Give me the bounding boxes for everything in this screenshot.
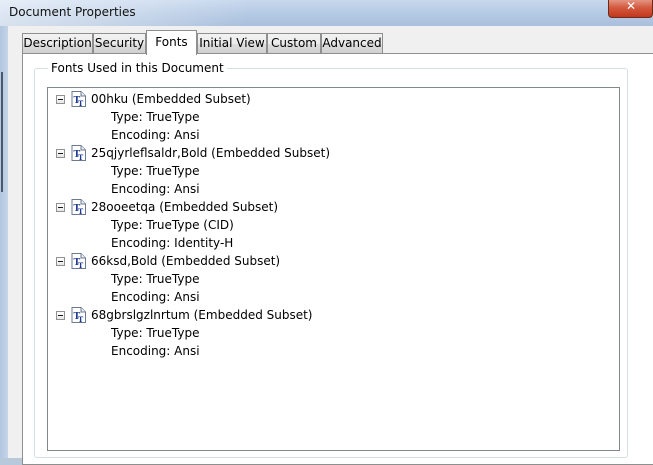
close-icon: ✕ xyxy=(626,0,637,13)
svg-text:T: T xyxy=(78,207,84,215)
collapse-toggle[interactable] xyxy=(56,311,65,320)
font-encoding: Encoding: Ansi xyxy=(111,128,200,142)
tab-custom[interactable]: Custom xyxy=(267,33,321,54)
font-name: 28ooeetqa (Embedded Subset) xyxy=(91,200,279,214)
font-type: Type: TrueType xyxy=(111,326,200,340)
truetype-font-icon: T T xyxy=(71,145,86,161)
font-encoding: Encoding: Ansi xyxy=(111,290,200,304)
collapse-toggle[interactable] xyxy=(56,95,65,104)
font-type: Type: TrueType (CID) xyxy=(111,218,234,232)
fonts-tab-panel: Fonts Used in this Document T T 00hku (E… xyxy=(22,53,653,465)
font-entry: T T 25qjyrleflsaldr,Bold (Embedded Subse… xyxy=(48,145,608,199)
collapse-toggle[interactable] xyxy=(56,203,65,212)
svg-text:T: T xyxy=(78,261,84,269)
font-name: 68gbrslgzlnrtum (Embedded Subset) xyxy=(91,308,313,322)
window-frame-left xyxy=(0,26,8,458)
font-entry: T T 68gbrslgzlnrtum (Embedded Subset) Ty… xyxy=(48,307,608,361)
truetype-font-icon: T T xyxy=(71,253,86,269)
tab-initial-view[interactable]: Initial View xyxy=(197,33,267,54)
title-bar[interactable]: Document Properties ✕ xyxy=(0,0,653,26)
fonts-tree[interactable]: T T 00hku (Embedded Subset) Type: TrueTy… xyxy=(47,87,620,451)
collapse-toggle[interactable] xyxy=(56,257,65,266)
font-type: Type: TrueType xyxy=(111,110,200,124)
tab-security[interactable]: Security xyxy=(93,33,146,54)
svg-text:T: T xyxy=(78,315,84,323)
close-button[interactable]: ✕ xyxy=(608,0,653,18)
svg-text:T: T xyxy=(78,99,84,107)
window-frame-edge xyxy=(1,72,3,192)
font-encoding: Encoding: Identity-H xyxy=(111,236,234,250)
font-type: Type: TrueType xyxy=(111,164,200,178)
font-entry: T T 00hku (Embedded Subset) Type: TrueTy… xyxy=(48,91,608,145)
font-entry: T T 28ooeetqa (Embedded Subset) Type: Tr… xyxy=(48,199,608,253)
font-encoding: Encoding: Ansi xyxy=(111,344,200,358)
font-name: 25qjyrleflsaldr,Bold (Embedded Subset) xyxy=(91,146,331,160)
font-name: 66ksd,Bold (Embedded Subset) xyxy=(91,254,281,268)
font-encoding: Encoding: Ansi xyxy=(111,182,200,196)
truetype-font-icon: T T xyxy=(71,91,86,107)
collapse-toggle[interactable] xyxy=(56,149,65,158)
tab-advanced[interactable]: Advanced xyxy=(321,33,383,54)
fonts-group-title: Fonts Used in this Document xyxy=(48,61,227,75)
font-type: Type: TrueType xyxy=(111,272,200,286)
svg-text:T: T xyxy=(78,153,84,161)
truetype-font-icon: T T xyxy=(71,199,86,215)
font-entry: T T 66ksd,Bold (Embedded Subset) Type: T… xyxy=(48,253,608,307)
font-name: 00hku (Embedded Subset) xyxy=(91,92,251,106)
truetype-font-icon: T T xyxy=(71,307,86,323)
window-title: Document Properties xyxy=(9,5,136,19)
tab-description[interactable]: Description xyxy=(22,33,93,54)
tab-fonts[interactable]: Fonts xyxy=(146,30,197,55)
dialog-body: Description Security Fonts Initial View … xyxy=(8,26,653,465)
